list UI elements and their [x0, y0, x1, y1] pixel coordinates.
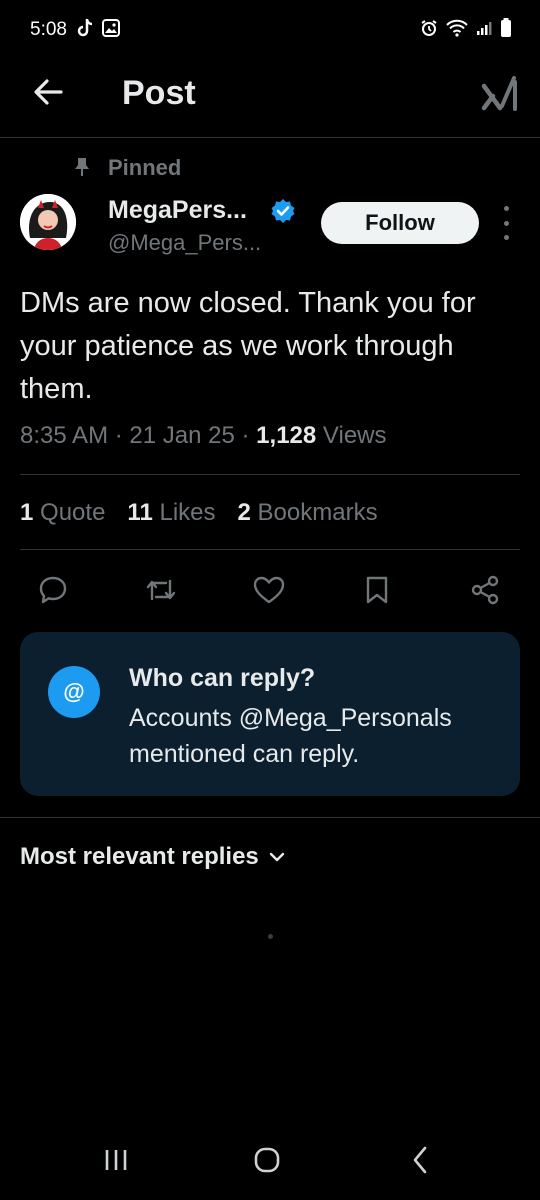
gallery-icon — [102, 19, 120, 37]
avatar-image — [20, 194, 76, 250]
mention-at-icon: @ — [48, 666, 100, 718]
back-nav-button[interactable] — [390, 1140, 450, 1180]
verified-badge-icon — [271, 199, 295, 223]
grok-icon — [481, 76, 517, 111]
more-dot-icon — [503, 206, 509, 211]
home-icon — [254, 1147, 280, 1173]
bookmark-icon — [366, 576, 388, 604]
heart-icon — [253, 576, 285, 604]
follow-button[interactable]: Follow — [321, 202, 479, 244]
back-button[interactable] — [28, 72, 68, 112]
likes-stat[interactable]: 11 Likes — [127, 499, 215, 527]
likes-count: 11 — [127, 499, 153, 526]
signal-icon — [477, 22, 492, 35]
chevron-down-icon — [269, 852, 284, 862]
bookmarks-label: Bookmarks — [257, 499, 378, 526]
loading-indicator — [268, 934, 273, 939]
author-display-name[interactable]: MegaPers... — [108, 196, 247, 225]
status-time: 5:08 — [30, 19, 67, 40]
views-label: Views — [322, 422, 387, 449]
share-button[interactable] — [465, 570, 505, 610]
status-right-icons — [420, 18, 512, 38]
bookmark-button[interactable] — [357, 570, 397, 610]
repost-icon — [146, 579, 176, 601]
repost-button[interactable] — [141, 570, 181, 610]
page-title: Post — [122, 74, 196, 112]
bookmarks-count: 2 — [237, 499, 251, 526]
bookmarks-stat[interactable]: 2 Bookmarks — [238, 499, 378, 527]
more-dot-icon — [503, 220, 509, 226]
engagement-stats: 1 Quote 11 Likes 2 Bookmarks — [20, 499, 378, 527]
stats-divider — [20, 549, 520, 550]
reply-button[interactable] — [33, 570, 73, 610]
home-button[interactable] — [237, 1140, 297, 1180]
replies-sort-dropdown[interactable]: Most relevant replies — [20, 843, 285, 871]
replies-sort-label: Most relevant replies — [20, 843, 259, 870]
quotes-stat[interactable]: 1 Quote — [20, 499, 105, 527]
recent-apps-icon — [105, 1150, 127, 1170]
more-options-button[interactable] — [496, 206, 516, 240]
alarm-icon — [421, 20, 437, 36]
post-text: DMs are now closed. Thank you for your p… — [20, 287, 476, 405]
battery-icon — [501, 18, 511, 37]
meta-separator: · — [114, 422, 123, 449]
chevron-left-icon — [413, 1146, 427, 1174]
post-meta: 8:35 AM · 21 Jan 25 · 1,128 Views — [20, 422, 387, 450]
replies-divider — [0, 817, 540, 818]
tiktok-icon — [77, 19, 93, 37]
quotes-count: 1 — [20, 499, 34, 526]
meta-divider — [20, 474, 520, 475]
status-left-icons — [76, 18, 120, 38]
pinned-label: Pinned — [108, 155, 182, 180]
avatar[interactable] — [20, 194, 76, 250]
more-dot-icon — [503, 235, 509, 240]
reply-settings-body: Accounts @Mega_Personals mentioned can r… — [129, 704, 452, 768]
pin-icon — [75, 158, 89, 176]
author-handle[interactable]: @Mega_Pers... — [108, 230, 261, 256]
likes-label: Likes — [159, 499, 216, 526]
quotes-label: Quote — [40, 499, 106, 526]
meta-separator: · — [241, 422, 250, 449]
header-divider — [0, 137, 540, 138]
recent-apps-button[interactable] — [86, 1140, 146, 1180]
wifi-icon — [446, 19, 468, 37]
reply-settings-title: Who can reply? — [129, 664, 316, 692]
grok-button[interactable] — [478, 72, 522, 116]
post-date[interactable]: 21 Jan 25 — [129, 422, 234, 449]
views-count: 1,128 — [256, 422, 317, 449]
like-button[interactable] — [249, 570, 289, 610]
reply-icon — [39, 576, 67, 604]
share-icon — [471, 575, 499, 605]
post-time[interactable]: 8:35 AM — [20, 422, 108, 449]
arrow-left-icon — [34, 79, 63, 105]
